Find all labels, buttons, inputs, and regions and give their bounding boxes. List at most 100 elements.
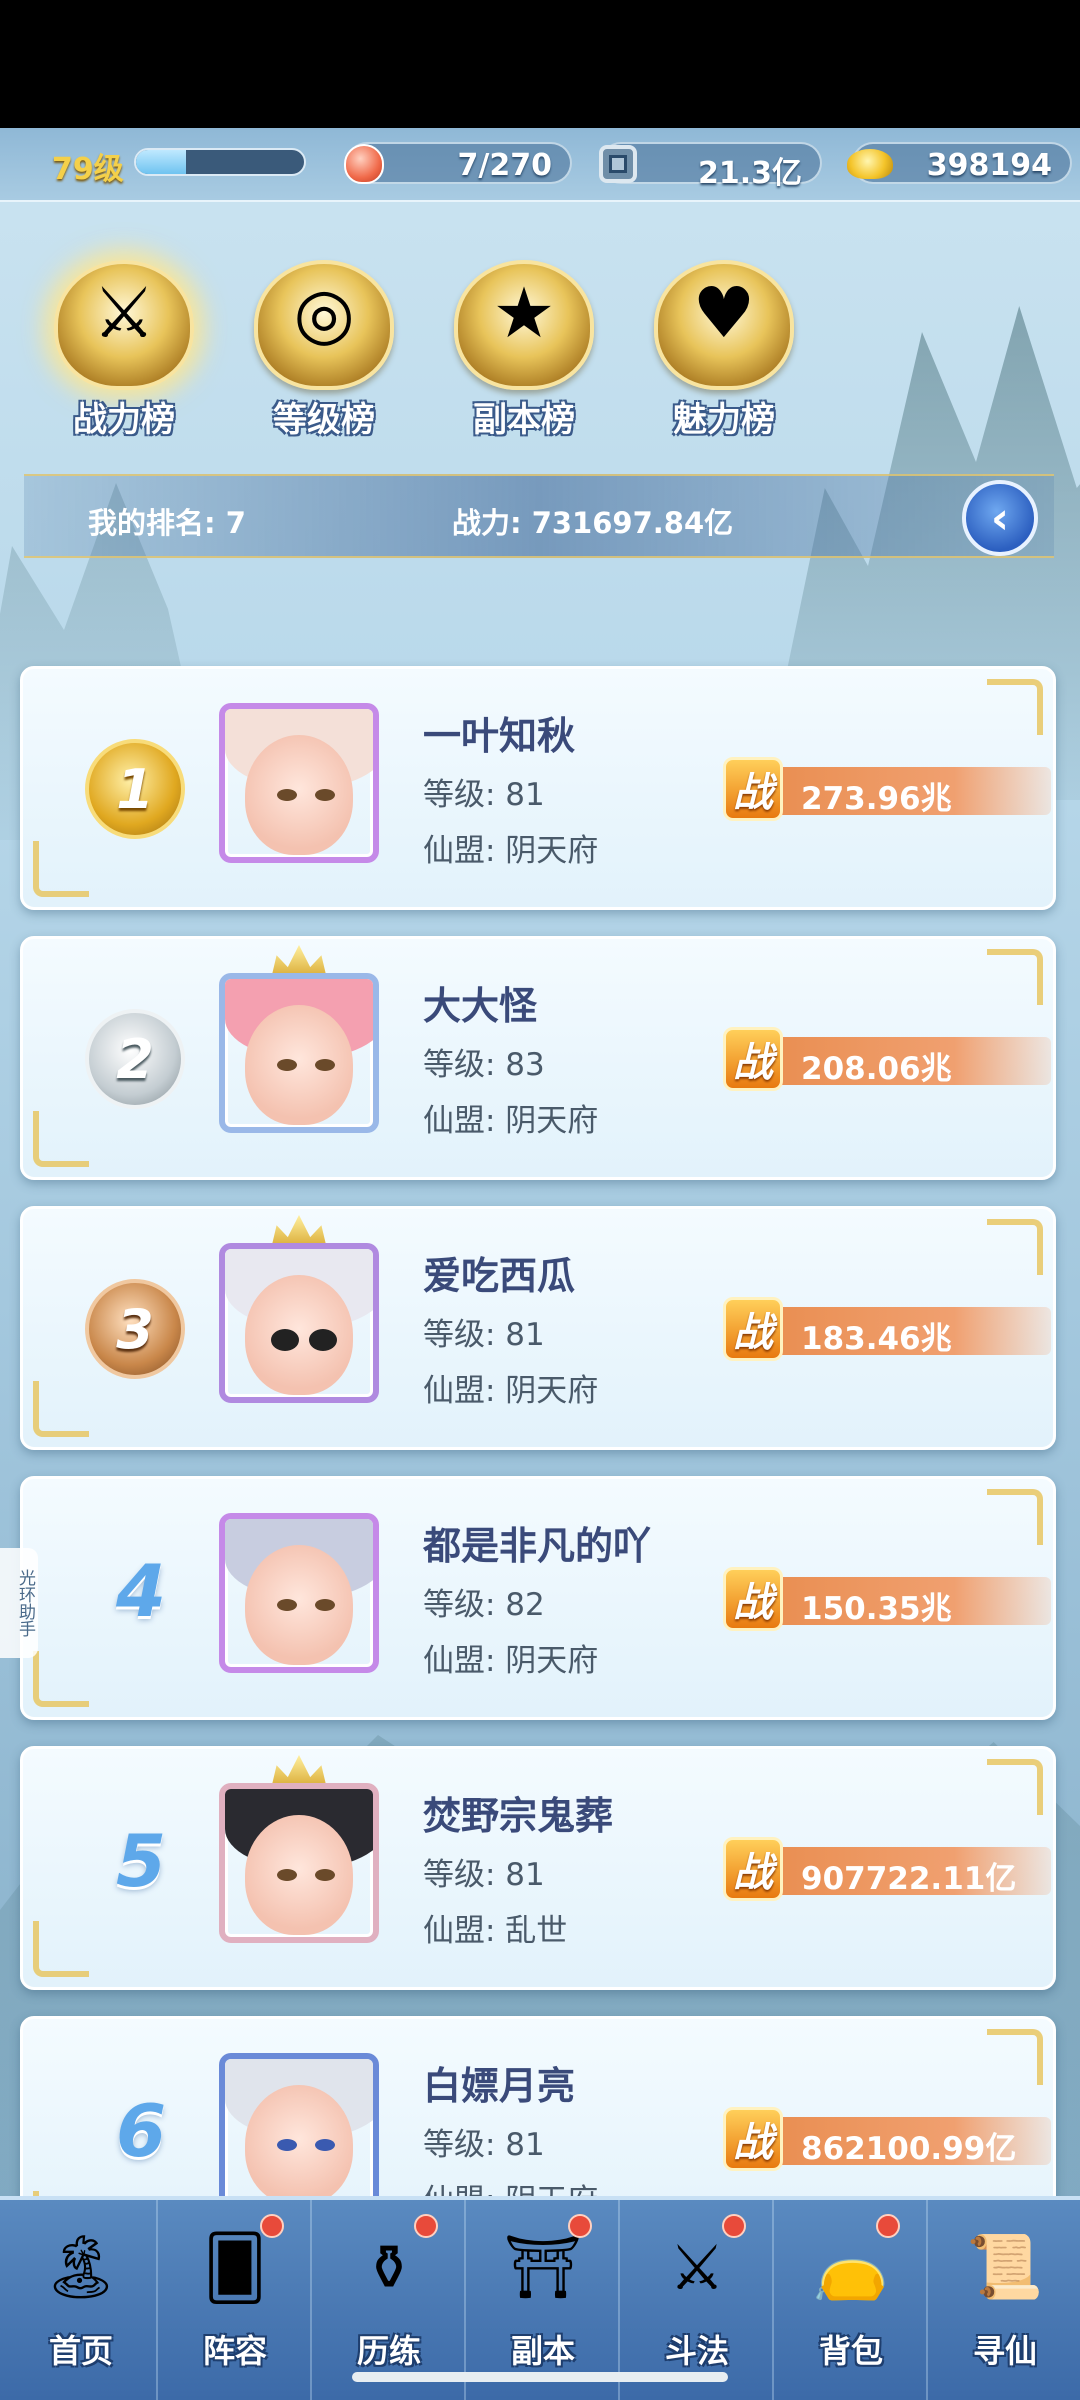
- battle-icon: 战: [723, 1027, 783, 1091]
- player-level: 等级: 81: [423, 1857, 545, 1893]
- nav-duel[interactable]: ⚔ 斗法: [620, 2200, 774, 2400]
- rank-number: 6: [115, 2089, 167, 2173]
- avatar[interactable]: [219, 703, 379, 863]
- power-value: 862100.99亿: [801, 2131, 1017, 2167]
- player-guild: 仙盟: 阴天府: [423, 1373, 599, 1409]
- tab-level-ranking[interactable]: ◎ 等级榜: [234, 250, 414, 440]
- power-badge: 战 208.06兆: [723, 1027, 1051, 1091]
- notification-badge: [414, 2214, 438, 2238]
- nav-label: 副本: [510, 2332, 575, 2370]
- silver-counter[interactable]: 21.3亿: [599, 142, 822, 191]
- nav-label: 寻仙: [972, 2332, 1037, 2370]
- silver-value: 21.3亿: [697, 156, 802, 191]
- gold-medal-icon: 1: [85, 739, 185, 839]
- battle-icon: 战: [723, 1297, 783, 1361]
- ranking-row[interactable]: 4 都是非凡的吖 等级: 82 仙盟: 阴天府 战 150.35兆: [20, 1476, 1056, 1720]
- power-value: 183.46兆: [801, 1321, 952, 1357]
- nav-label: 斗法: [664, 2332, 729, 2370]
- xp-bar: [134, 148, 306, 176]
- nav-label: 历练: [356, 2332, 421, 2370]
- nav-label: 背包: [818, 2332, 883, 2370]
- back-arrow-icon: ‹: [990, 492, 1010, 544]
- power-badge: 战 273.96兆: [723, 757, 1051, 821]
- nav-label: 阵容: [202, 2332, 267, 2370]
- player-level: 等级: 81: [423, 2127, 545, 2163]
- avatar[interactable]: [219, 1783, 379, 1943]
- rank-number: 4: [115, 1549, 167, 1633]
- player-name: 都是非凡的吖: [423, 1524, 652, 1568]
- player-level: 等级: 81: [423, 1317, 545, 1353]
- xp-bar-fill: [136, 150, 187, 174]
- stamina-counter[interactable]: 7/270: [344, 142, 572, 184]
- power-badge: 战 150.35兆: [723, 1567, 1051, 1631]
- stamina-value: 7/270: [457, 148, 552, 183]
- player-guild: 仙盟: 阴天府: [423, 1643, 599, 1679]
- nav-lineup[interactable]: 🂠 阵容: [158, 2200, 312, 2400]
- player-name: 爱吃西瓜: [423, 1254, 576, 1298]
- player-guild: 仙盟: 乱世: [423, 1913, 568, 1949]
- player-level: 79级: [52, 152, 124, 187]
- tab-label: 战力榜: [73, 400, 175, 440]
- tab-power-ranking[interactable]: ⚔ 战力榜: [34, 250, 214, 440]
- home-island-icon: 🏝: [41, 2230, 121, 2303]
- my-power-text: 战力: 731697.84亿: [452, 506, 734, 540]
- status-bar: [0, 0, 1080, 128]
- tab-dungeon-ranking[interactable]: ★ 副本榜: [434, 250, 614, 440]
- nav-training[interactable]: ⚱ 历练: [312, 2200, 466, 2400]
- avatar[interactable]: [219, 1513, 379, 1673]
- avatar[interactable]: [219, 2053, 379, 2213]
- notification-badge: [876, 2214, 900, 2238]
- coin-icon: [592, 138, 644, 190]
- nav-home[interactable]: 🏝 首页: [4, 2200, 158, 2400]
- rank-number: 5: [115, 1819, 167, 1903]
- scroll-icon: 📜: [966, 2230, 1044, 2303]
- tab-label: 等级榜: [273, 400, 375, 440]
- power-value: 273.96兆: [801, 781, 952, 817]
- ranking-row[interactable]: 1 一叶知秋 等级: 81 仙盟: 阴天府 战 273.96兆: [20, 666, 1056, 910]
- peach-icon: [338, 138, 390, 190]
- power-badge: 战 862100.99亿: [723, 2107, 1051, 2171]
- ranking-row[interactable]: 2 大大怪 等级: 83 仙盟: 阴天府 战 208.06兆: [20, 936, 1056, 1180]
- ranking-row[interactable]: 5 焚野宗鬼葬 等级: 81 仙盟: 乱世 战 907722.11亿: [20, 1746, 1056, 1990]
- silver-medal-icon: 2: [85, 1009, 185, 1109]
- resource-bar: 79级 7/270 21.3亿 398194: [0, 128, 1080, 202]
- player-name: 一叶知秋: [423, 714, 576, 758]
- tab-label: 副本榜: [473, 400, 575, 440]
- ranking-tabs: ⚔ 战力榜 ◎ 等级榜 ★ 副本榜 ♥ 魅力榜: [0, 240, 1080, 440]
- tab-label: 魅力榜: [673, 400, 775, 440]
- gold-ingot-icon: [844, 138, 896, 190]
- power-value: 907722.11亿: [801, 1861, 1017, 1897]
- bottom-nav: 🏝 首页 🂠 阵容 ⚱ 历练 ⛩ 副本 ⚔ 斗法 👝 背包 📜 寻仙: [0, 2196, 1080, 2400]
- bronze-medal-icon: 3: [85, 1279, 185, 1379]
- back-button[interactable]: ‹: [962, 480, 1038, 556]
- nav-dungeon[interactable]: ⛩ 副本: [466, 2200, 620, 2400]
- player-level: 等级: 82: [423, 1587, 545, 1623]
- nav-bag[interactable]: 👝 背包: [774, 2200, 928, 2400]
- tab-charm-ranking[interactable]: ♥ 魅力榜: [634, 250, 814, 440]
- battle-icon: 战: [723, 2107, 783, 2171]
- helper-side-tab[interactable]: 光环助手: [0, 1548, 38, 1658]
- notification-badge: [568, 2214, 592, 2238]
- gold-counter[interactable]: 398194: [847, 142, 1072, 184]
- player-name: 白嫖月亮: [423, 2064, 576, 2108]
- notification-badge: [722, 2214, 746, 2238]
- gold-value: 398194: [926, 148, 1052, 183]
- battle-icon: 战: [723, 757, 783, 821]
- avatar[interactable]: [219, 973, 379, 1133]
- avatar[interactable]: [219, 1243, 379, 1403]
- battle-icon: 战: [723, 1567, 783, 1631]
- power-badge: 战 907722.11亿: [723, 1837, 1051, 1901]
- ranking-screen: 79级 7/270 21.3亿 398194 ⚔ 战力榜 ◎ 等级榜 ★ 副本榜…: [0, 0, 1080, 2400]
- notification-badge: [260, 2214, 284, 2238]
- my-rank-text: 我的排名: 7: [88, 506, 246, 540]
- player-level: 等级: 83: [423, 1047, 545, 1083]
- player-guild: 仙盟: 阴天府: [423, 833, 599, 869]
- power-badge: 战 183.46兆: [723, 1297, 1051, 1361]
- player-name: 焚野宗鬼葬: [423, 1794, 614, 1838]
- nav-seek-immortal[interactable]: 📜 寻仙: [928, 2200, 1080, 2400]
- home-indicator[interactable]: [352, 2372, 728, 2382]
- player-name: 大大怪: [423, 984, 538, 1028]
- ranking-row[interactable]: 3 爱吃西瓜 等级: 81 仙盟: 阴天府 战 183.46兆: [20, 1206, 1056, 1450]
- player-guild: 仙盟: 阴天府: [423, 1103, 599, 1139]
- player-level: 等级: 81: [423, 777, 545, 813]
